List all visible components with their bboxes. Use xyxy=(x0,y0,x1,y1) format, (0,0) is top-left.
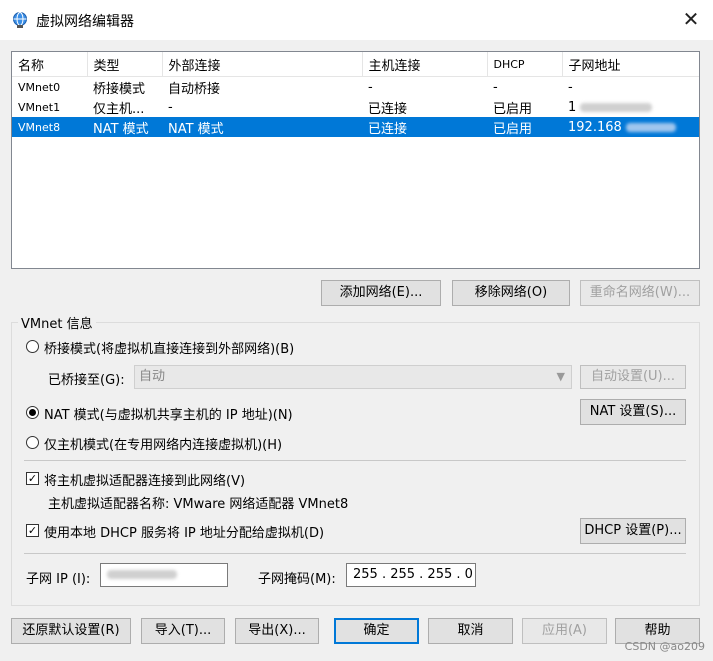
subnet-mask-field[interactable]: 255 . 255 . 255 . 0 xyxy=(346,563,476,587)
column-header-host[interactable]: 主机连接 xyxy=(362,52,488,77)
connect-adapter-label[interactable]: 将主机虚拟适配器连接到此网络(V) xyxy=(44,470,245,489)
cell-host: 已连接 xyxy=(368,101,408,117)
use-dhcp-label[interactable]: 使用本地 DHCP 服务将 IP 地址分配给虚拟机(D) xyxy=(44,522,324,541)
cell-name: VMnet8 xyxy=(12,117,87,137)
use-dhcp-checkbox[interactable]: ✓ xyxy=(26,524,39,537)
nat-label[interactable]: NAT 模式(与虚拟机共享主机的 IP 地址)(N) xyxy=(44,404,293,423)
cancel-button[interactable]: 取消 xyxy=(428,618,513,644)
cell-host: 已连接 xyxy=(362,117,487,137)
dhcp-settings-button[interactable]: DHCP 设置(P)... xyxy=(580,518,686,544)
auto-settings-button[interactable]: 自动设置(U)... xyxy=(580,365,686,389)
nat-settings-button[interactable]: NAT 设置(S)... xyxy=(580,399,686,425)
bridged-label[interactable]: 桥接模式(将虚拟机直接连接到外部网络)(B) xyxy=(44,338,294,357)
watermark: CSDN @ao209 xyxy=(624,640,705,653)
divider xyxy=(24,460,686,461)
column-header-external[interactable]: 外部连接 xyxy=(162,52,363,77)
cell-dhcp: 已启用 xyxy=(487,117,562,137)
export-button[interactable]: 导出(X)... xyxy=(235,618,319,644)
bridged-to-value: 自动 xyxy=(139,369,166,384)
connect-adapter-checkbox[interactable]: ✓ xyxy=(26,472,39,485)
bridged-radio[interactable] xyxy=(26,340,39,353)
cell-name: VMnet0 xyxy=(18,80,61,94)
cell-subnet: 1 xyxy=(562,97,699,117)
column-header-name[interactable]: 名称 xyxy=(12,52,88,77)
table-row[interactable]: VMnet0 桥接模式 自动桥接 - - - xyxy=(12,77,699,98)
cell-host: - xyxy=(368,79,373,95)
subnet-text: 1 xyxy=(568,99,577,115)
cell-subnet: - xyxy=(568,79,573,95)
host-only-label[interactable]: 仅主机模式(在专用网络内连接虚拟机)(H) xyxy=(44,434,282,453)
rename-network-button[interactable]: 重命名网络(W)... xyxy=(580,280,700,306)
table-row[interactable]: VMnet1 仅主机... - 已连接 已启用 1 xyxy=(12,97,699,117)
subnet-ip-label: 子网 IP (I): xyxy=(26,572,91,587)
bridged-to-select[interactable]: 自动 ▼ xyxy=(134,365,572,389)
cell-external: - xyxy=(168,99,173,115)
network-list[interactable]: 名称 类型 外部连接 主机连接 DHCP 子网地址 VMnet0 桥接模式 自动… xyxy=(11,51,700,269)
table-row-selected[interactable]: VMnet8 NAT 模式 NAT 模式 已连接 已启用 192.168 xyxy=(12,117,699,137)
column-header-type[interactable]: 类型 xyxy=(87,52,163,77)
cell-subnet: 192.168 xyxy=(562,117,699,137)
subnet-mask-label: 子网掩码(M): xyxy=(258,572,336,587)
add-network-button[interactable]: 添加网络(E)... xyxy=(321,280,441,306)
cell-external: 自动桥接 xyxy=(168,81,221,97)
remove-network-button[interactable]: 移除网络(O) xyxy=(452,280,570,306)
subnet-text: 192.168 xyxy=(568,119,622,135)
restore-defaults-button[interactable]: 还原默认设置(R) xyxy=(11,618,131,644)
adapter-name-label: 主机虚拟适配器名称: VMware 网络适配器 VMnet8 xyxy=(48,497,349,512)
cell-dhcp: - xyxy=(493,79,498,95)
cell-type: 仅主机... xyxy=(93,101,145,117)
redacted-subnet xyxy=(580,102,653,112)
redacted-subnet-ip xyxy=(107,570,177,579)
import-button[interactable]: 导入(T)... xyxy=(141,618,225,644)
ok-button[interactable]: 确定 xyxy=(334,618,419,644)
vmnet-info-legend: VMnet 信息 xyxy=(18,313,96,332)
chevron-down-icon: ▼ xyxy=(556,370,565,383)
column-header-subnet[interactable]: 子网地址 xyxy=(562,52,699,77)
host-only-radio[interactable] xyxy=(26,436,39,449)
close-icon[interactable]: ✕ xyxy=(681,8,701,30)
window-title: 虚拟网络编辑器 xyxy=(36,14,134,30)
cell-type: NAT 模式 xyxy=(87,117,162,137)
cell-type: 桥接模式 xyxy=(93,81,146,97)
subnet-ip-field[interactable] xyxy=(100,563,228,587)
cell-external: NAT 模式 xyxy=(162,117,362,137)
nat-radio[interactable] xyxy=(26,406,39,419)
cell-name: VMnet1 xyxy=(18,100,61,114)
apply-button[interactable]: 应用(A) xyxy=(522,618,607,644)
bridged-to-label: 已桥接至(G): xyxy=(48,373,125,388)
table-header: 名称 类型 外部连接 主机连接 DHCP 子网地址 xyxy=(12,52,699,77)
cell-dhcp: 已启用 xyxy=(493,101,533,117)
divider xyxy=(24,553,686,554)
column-header-dhcp[interactable]: DHCP xyxy=(487,52,563,77)
redacted-subnet xyxy=(625,122,676,132)
network-globe-icon xyxy=(13,12,27,28)
